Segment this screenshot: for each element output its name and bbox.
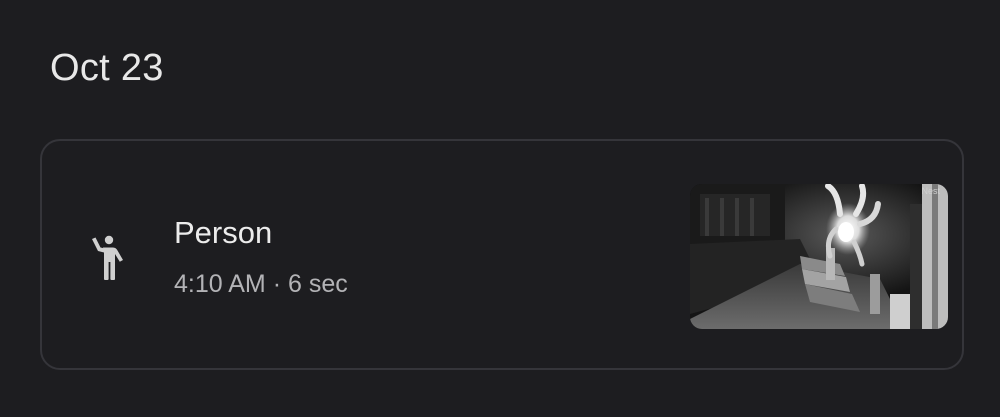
event-card[interactable]: Person 4:10 AM · 6 sec Nest bbox=[40, 139, 964, 370]
camera-snapshot-image bbox=[690, 184, 948, 329]
event-meta: 4:10 AM · 6 sec bbox=[174, 269, 348, 299]
date-heading: Oct 23 bbox=[50, 47, 164, 89]
event-duration: 6 sec bbox=[287, 270, 348, 298]
nest-watermark: Nest bbox=[921, 186, 940, 196]
event-time: 4:10 AM bbox=[174, 270, 266, 298]
event-title: Person bbox=[174, 215, 273, 250]
activity-screen: Oct 23 Person 4:10 AM · 6 sec Nest bbox=[0, 0, 1000, 417]
meta-separator: · bbox=[272, 270, 282, 298]
person-waving-icon bbox=[88, 233, 128, 281]
event-thumbnail[interactable]: Nest bbox=[690, 184, 948, 329]
